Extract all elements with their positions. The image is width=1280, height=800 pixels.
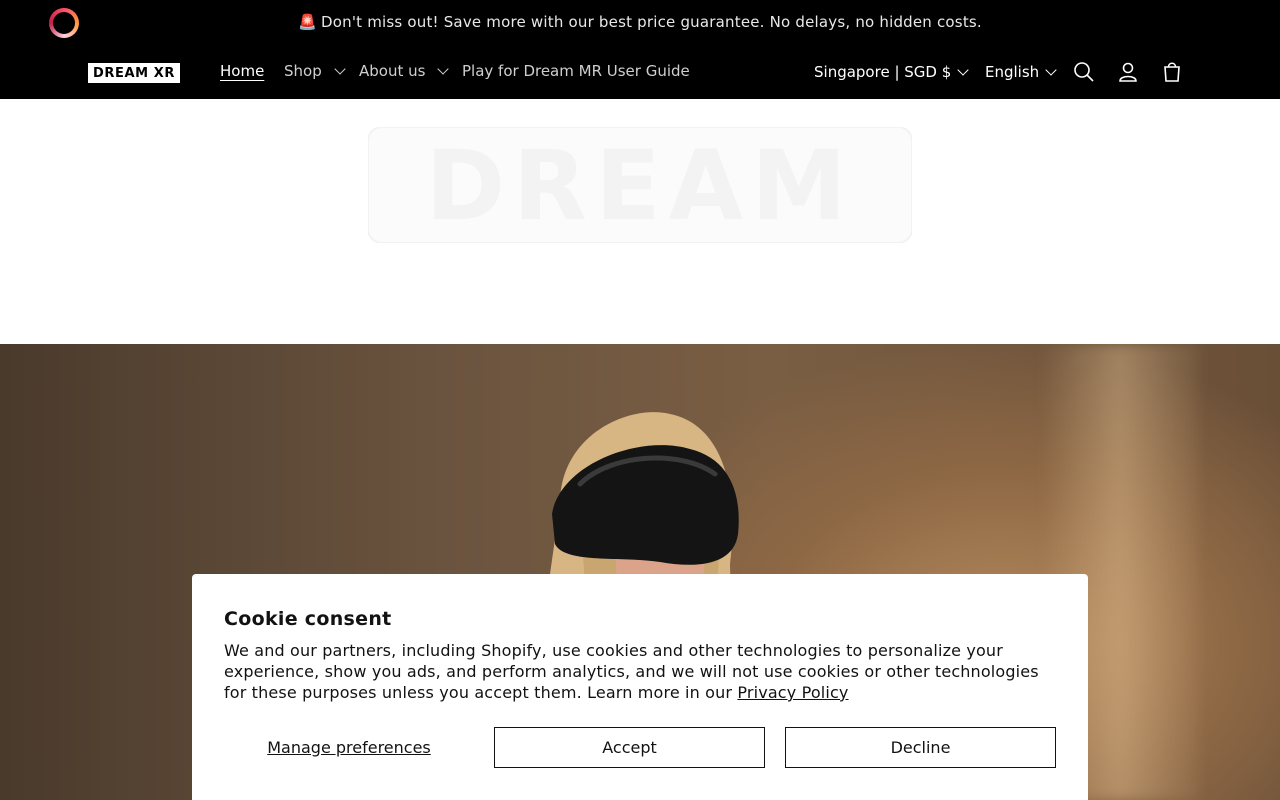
accept-button[interactable]: Accept (494, 727, 765, 768)
cookie-consent-dialog: Cookie consent We and our partners, incl… (192, 574, 1088, 800)
announcement-text: 🚨 Don't miss out! Save more with our best… (0, 13, 1280, 31)
search-icon[interactable] (1071, 59, 1097, 85)
site-logo[interactable]: DREAM XR (88, 63, 180, 83)
site-header: DREAM XR Home Shop About us Play for Dre… (0, 46, 1280, 99)
cookie-title: Cookie consent (224, 608, 392, 630)
privacy-policy-link[interactable]: Privacy Policy (737, 683, 848, 702)
nav-about-us-label: About us (359, 62, 426, 80)
nav-home[interactable]: Home (220, 62, 264, 80)
cookie-body-text: We and our partners, including Shopify, … (224, 641, 1039, 702)
language-selector[interactable]: English (985, 63, 1057, 81)
dream-logo-text: DREAM (425, 130, 854, 242)
nav-shop[interactable]: Shop (284, 62, 346, 80)
chevron-down-icon (1045, 64, 1057, 76)
country-selector[interactable]: Singapore | SGD $ (814, 63, 969, 81)
nav-user-guide[interactable]: Play for Dream MR User Guide (462, 62, 690, 80)
decline-button[interactable]: Decline (785, 727, 1056, 768)
cookie-description: We and our partners, including Shopify, … (224, 640, 1064, 703)
nav-shop-label: Shop (284, 62, 322, 80)
logo-banner: DREAM (0, 99, 1280, 344)
chevron-down-icon (957, 64, 969, 76)
nav-about-us[interactable]: About us (359, 62, 450, 80)
cart-icon[interactable] (1159, 59, 1185, 85)
announcement-message: Don't miss out! Save more with our best … (320, 13, 982, 31)
chevron-down-icon (334, 63, 346, 75)
chevron-down-icon (437, 63, 450, 75)
announcement-bar: 🚨 Don't miss out! Save more with our best… (0, 0, 1280, 46)
dream-logo-image: DREAM (368, 127, 912, 243)
siren-icon: 🚨 (298, 13, 317, 31)
country-selector-label: Singapore | SGD $ (814, 63, 952, 81)
manage-preferences-link[interactable]: Manage preferences (224, 727, 474, 767)
account-icon[interactable] (1115, 59, 1141, 85)
language-selector-label: English (985, 63, 1040, 81)
